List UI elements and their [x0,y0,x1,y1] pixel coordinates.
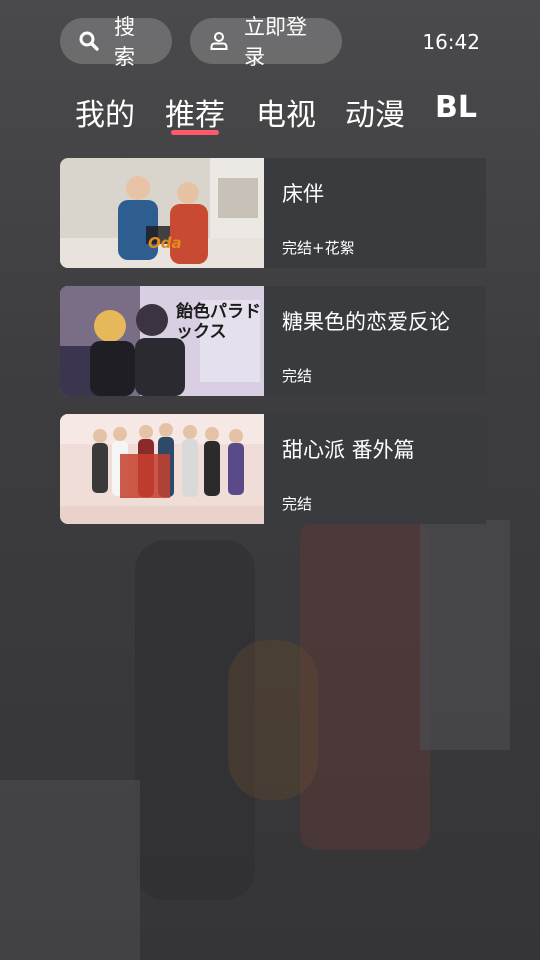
login-button[interactable]: 立即登录 [190,15,342,69]
top-bar: 搜索 立即登录 16:42 [60,15,480,69]
item-title: 糖果色的恋爱反论 [282,310,450,334]
category-tabs: 我的 推荐 电视 动漫 BL [75,90,490,150]
tab-bl[interactable]: BL [435,90,477,125]
item-status: 完结+花絮 [282,239,355,257]
user-icon [208,30,230,52]
tab-anime[interactable]: 动漫 [345,90,405,134]
item-title: 床伴 [282,182,324,206]
poster-caption: 飴色パラドックス [176,302,261,342]
item-status: 完结 [282,495,313,513]
tab-mine[interactable]: 我的 [75,90,135,134]
list-item[interactable]: 飴色パラドックス 糖果色的恋爱反论 完结 [60,286,486,396]
item-title: 甜心派 番外篇 [282,438,415,462]
clock: 16:42 [422,30,480,54]
poster-image: 飴色パラドックス [60,286,264,396]
poster-image: Oda [60,158,264,268]
list-item[interactable]: Oda 床伴 完结+花絮 [60,158,486,268]
item-status: 完结 [282,367,313,385]
poster-image [60,414,264,524]
poster-caption: Oda [148,234,182,252]
search-label: 搜索 [114,15,135,69]
login-label: 立即登录 [244,15,307,69]
search-icon [78,30,100,52]
active-tab-indicator [171,130,219,135]
recommend-list: Oda 床伴 完结+花絮 飴色パラドックス 糖果色的恋爱反论 完结 甜心派 番外… [60,158,486,542]
list-item[interactable]: 甜心派 番外篇 完结 [60,414,486,524]
tab-recommend[interactable]: 推荐 [165,90,225,134]
tab-tv[interactable]: 电视 [256,90,316,134]
search-button[interactable]: 搜索 [60,15,172,69]
